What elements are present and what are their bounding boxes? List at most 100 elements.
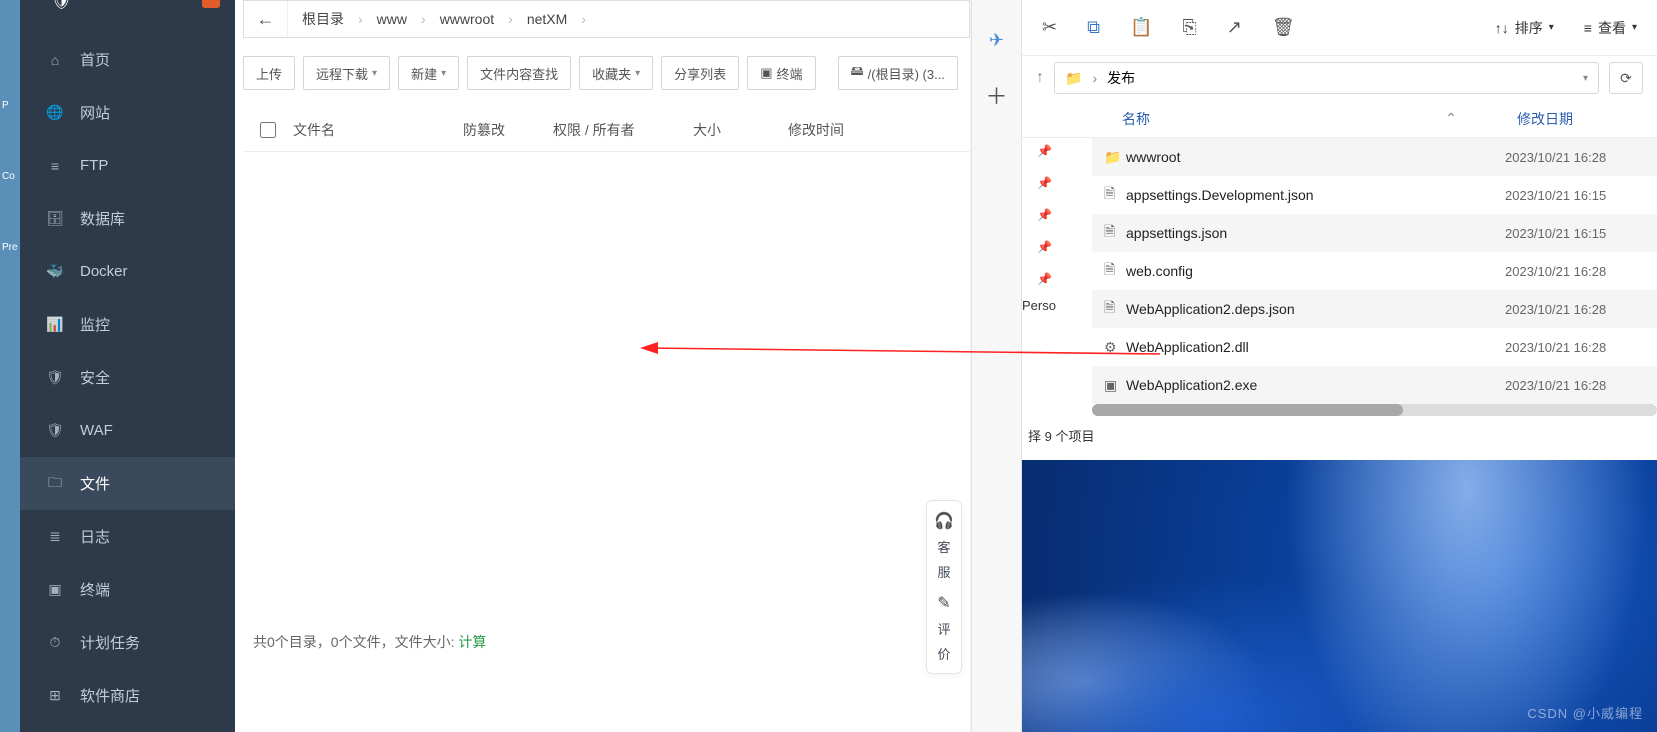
breadcrumb-segment[interactable]: wwwroot — [426, 11, 508, 27]
chevron-down-icon[interactable]: ▾ — [1583, 73, 1588, 84]
file-date: 2023/10/21 16:28 — [1505, 302, 1645, 317]
file-row[interactable]: 🗎appsettings.Development.json2023/10/21 … — [1092, 176, 1657, 214]
file-row[interactable]: 🗎web.config2023/10/21 16:28 — [1092, 252, 1657, 290]
new-button[interactable]: 新建▾ — [398, 56, 459, 90]
shield-icon: 🛡 — [45, 369, 65, 386]
cut-icon[interactable]: ✂ — [1042, 17, 1057, 38]
sidebar-item-ftp[interactable]: ≡FTP — [20, 139, 235, 192]
pin-icon[interactable]: 📌 — [1037, 176, 1052, 190]
sidebar-item-label: Docker — [80, 263, 128, 280]
file-row[interactable]: 📁wwwroot2023/10/21 16:28 — [1092, 138, 1657, 176]
sidebar-item-db[interactable]: 🗄数据库 — [20, 192, 235, 245]
col-date[interactable]: 修改日期 — [1517, 109, 1657, 129]
sidebar-item-waf[interactable]: 🛡WAF — [20, 404, 235, 457]
rename-icon[interactable]: ⎘ — [1182, 17, 1196, 38]
calculate-link[interactable]: 计算 — [458, 634, 486, 650]
delete-icon[interactable]: 🗑 — [1272, 17, 1295, 38]
file-name: web.config — [1126, 263, 1505, 279]
file-date: 2023/10/21 16:28 — [1505, 150, 1645, 165]
address-text: 发布 — [1107, 68, 1135, 88]
vertical-tab-strip: ✈ ＋ — [971, 0, 1022, 732]
status-text: 共0个目录，0个文件，文件大小: — [253, 634, 458, 650]
folder-icon: 📁 — [1065, 70, 1082, 87]
col-tamper[interactable]: 防篡改 — [463, 120, 553, 140]
select-all-checkbox[interactable] — [243, 122, 293, 138]
sidebar-item-shield[interactable]: 🛡 安全 — [20, 351, 235, 404]
status-bar: 共0个目录，0个文件，文件大小: 计算 — [253, 632, 486, 652]
upload-button[interactable]: 上传 — [243, 56, 295, 90]
col-mtime[interactable]: 修改时间 — [788, 120, 908, 140]
home-icon: ⌂ — [45, 52, 65, 68]
share-icon[interactable]: ↗ — [1227, 17, 1242, 38]
sidebar-item-monitor[interactable]: 📊监控 — [20, 298, 235, 351]
up-icon[interactable]: ↑ — [1036, 69, 1044, 87]
pin-icon[interactable]: 📌 — [1037, 208, 1052, 222]
breadcrumb-segment[interactable]: netXM — [513, 11, 581, 27]
refresh-button[interactable]: ⟳ — [1609, 62, 1643, 94]
exe-icon: ▣ — [1104, 377, 1126, 394]
col-perm[interactable]: 权限 / 所有者 — [553, 120, 693, 140]
send-tab-icon[interactable]: ✈ — [989, 30, 1004, 51]
file-name: WebApplication2.dll — [1126, 339, 1505, 355]
notification-badge[interactable] — [202, 0, 220, 8]
back-button[interactable]: ← — [244, 1, 288, 37]
share-list-button[interactable]: 分享列表 — [661, 56, 739, 90]
store-icon: ⊞ — [45, 687, 65, 704]
file-row[interactable]: 🗎WebApplication2.deps.json2023/10/21 16:… — [1092, 290, 1657, 328]
help-float[interactable]: 🎧 客 服 ✎ 评 价 — [926, 500, 962, 674]
terminal-button[interactable]: ▣终端 — [747, 56, 815, 90]
breadcrumb-segment[interactable]: www — [363, 11, 421, 27]
view-button[interactable]: ≡ 查看 ▾ — [1584, 18, 1637, 38]
panel-sidebar: 🛡 ⌂首页🌐网站≡FTP🗄数据库🐳Docker📊监控🛡安全🛡WAF🗀文件≣日志▣… — [20, 0, 235, 732]
file-date: 2023/10/21 16:28 — [1505, 378, 1645, 393]
sidebar-item-log[interactable]: ≣日志 — [20, 510, 235, 563]
sidebar-item-label: 安全 — [80, 367, 110, 388]
sidebar-item-label: 终端 — [80, 579, 110, 600]
sidebar-item-terminal[interactable]: ▣终端 — [20, 563, 235, 616]
disk-selector[interactable]: 🖴/(根目录) (3... — [838, 56, 958, 90]
favorites-button[interactable]: 收藏夹▾ — [579, 56, 653, 90]
json-icon: 🗎 — [1104, 221, 1126, 245]
cron-icon: ⏱ — [45, 634, 65, 651]
file-row[interactable]: ▣WebApplication2.exe2023/10/21 16:28 — [1092, 366, 1657, 404]
sidebar-item-cron[interactable]: ⏱ 计划任务 — [20, 616, 235, 669]
pin-icon[interactable]: 📌 — [1037, 240, 1052, 254]
copy-icon[interactable]: ⧉ — [1087, 17, 1100, 38]
col-size[interactable]: 大小 — [693, 120, 788, 140]
pin-icon[interactable]: 📌 — [1037, 272, 1052, 286]
docker-icon: 🐳 — [45, 263, 65, 280]
sidebar-item-label: 文件 — [80, 473, 110, 494]
json-icon: 🗎 — [1104, 183, 1126, 207]
sidebar-item-label: 网站 — [80, 102, 110, 123]
terminal-icon: ▣ — [760, 65, 772, 81]
json-icon: 🗎 — [1104, 297, 1126, 321]
desktop-icon-labels: P Co Pre — [2, 100, 18, 313]
sort-button[interactable]: ↑↓ 排序 ▾ — [1495, 18, 1554, 38]
content-search-button[interactable]: 文件内容查找 — [467, 56, 571, 90]
add-tab-button[interactable]: ＋ — [985, 79, 1007, 111]
explorer-status: 择 9 个项目 — [1022, 416, 1657, 455]
sort-indicator-icon: ⌃ — [1445, 110, 1457, 127]
dll-icon: ⚙ — [1104, 339, 1126, 356]
sidebar-item-label: WAF — [80, 422, 113, 439]
sidebar-item-home[interactable]: ⌂首页 — [20, 33, 235, 86]
file-row[interactable]: 🗎appsettings.json2023/10/21 16:15 — [1092, 214, 1657, 252]
breadcrumb-segment[interactable]: 根目录 — [288, 9, 358, 29]
col-name[interactable]: 文件名 — [293, 120, 463, 140]
sidebar-item-folder[interactable]: 🗀文件 — [20, 457, 235, 510]
sidebar-item-docker[interactable]: 🐳 Docker — [20, 245, 235, 298]
sidebar-item-store[interactable]: ⊞ 软件商店 — [20, 669, 235, 722]
sidebar-item-label: 软件商店 — [80, 685, 140, 706]
file-name: wwwroot — [1126, 149, 1505, 165]
sidebar-item-globe[interactable]: 🌐网站 — [20, 86, 235, 139]
chevron-right-icon: › — [581, 11, 586, 27]
address-bar[interactable]: 📁 › 发布 ▾ — [1054, 62, 1599, 94]
file-row[interactable]: ⚙WebApplication2.dll2023/10/21 16:28 — [1092, 328, 1657, 366]
pin-icon[interactable]: 📌 — [1037, 144, 1052, 158]
paste-icon[interactable]: 📋 — [1130, 17, 1152, 38]
horizontal-scrollbar[interactable] — [1092, 404, 1657, 416]
explorer-toolbar: ✂ ⧉ 📋 ⎘ ↗ 🗑 ↑↓ 排序 ▾ ≡ 查看 ▾ — [1022, 0, 1657, 56]
remote-download-button[interactable]: 远程下载▾ — [303, 56, 390, 90]
col-name[interactable]: 名称 — [1122, 109, 1445, 129]
sidebar-item-label: 计划任务 — [80, 632, 140, 653]
